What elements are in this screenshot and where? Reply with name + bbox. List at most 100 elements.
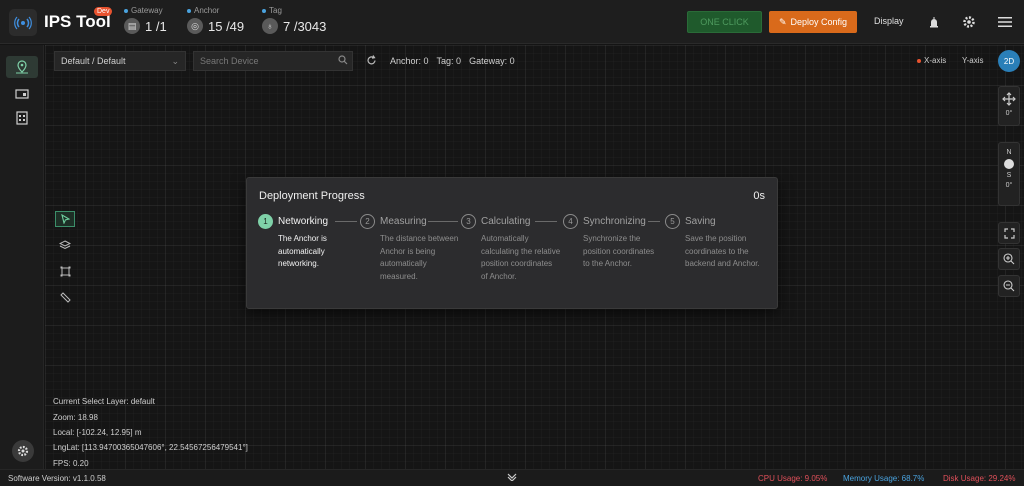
compass-angle: 0° <box>1005 182 1013 189</box>
step-saving: 5 Saving Save the position coordinates t… <box>665 214 760 271</box>
step-connector <box>335 221 357 222</box>
settings-gear-button[interactable] <box>12 440 34 462</box>
status-dot <box>262 8 266 13</box>
step-desc-line: automatically <box>278 246 325 256</box>
device-counts: Anchor: 0 Tag: 0 Gateway: 0 <box>390 56 515 66</box>
one-click-button[interactable]: ONE CLICK <box>687 11 762 33</box>
layer-select[interactable]: Default / Default ⌄ <box>54 51 186 71</box>
sidebar-item-map[interactable] <box>6 56 38 78</box>
chevron-down-icon[interactable] <box>507 473 517 483</box>
step-networking: 1 Networking The Anchor is automatically… <box>258 214 328 271</box>
measure-tool-button[interactable] <box>55 289 75 305</box>
y-axis-toggle[interactable]: Y-axis <box>962 56 984 65</box>
step-desc-line: coordinates to the <box>685 246 749 256</box>
step-desc-line: Automatically <box>481 234 529 243</box>
step-desc-line: The Anchor is <box>278 234 327 243</box>
step-number: 3 <box>461 214 476 229</box>
zoom-in-icon <box>1003 253 1015 265</box>
tag-value: 7 /3043 <box>283 18 327 34</box>
step-number: 2 <box>360 214 375 229</box>
step-desc-line: networking. <box>278 259 319 268</box>
step-title: Measuring <box>380 216 427 227</box>
step-desc-line: calculating the relative <box>481 246 561 256</box>
deploy-config-button[interactable]: ✎ Deploy Config <box>769 11 857 33</box>
layers-icon <box>59 239 71 249</box>
local-info: Local: [-102.24, 12.95] m <box>53 428 142 437</box>
compass-control[interactable]: N S 0° <box>998 142 1020 206</box>
top-header: IPS Tool Dev Gateway ▤ 1 /1 Anchor ◎ 15 … <box>0 0 1024 44</box>
search-icon <box>338 55 348 68</box>
dev-badge: Dev <box>94 7 113 16</box>
step-title: Networking <box>278 216 329 227</box>
gateway-stat: Gateway ▤ 1 /1 <box>124 6 167 34</box>
step-title: Saving <box>685 216 716 227</box>
menu-icon[interactable] <box>996 13 1014 31</box>
gateway-label: Gateway <box>131 6 163 15</box>
step-desc-line: backend and Anchor. <box>685 259 760 268</box>
tag-icon: ♁ <box>262 18 278 34</box>
wrench-icon: ✎ <box>778 16 787 27</box>
anchor-label: Anchor <box>194 6 220 15</box>
gear-icon <box>17 445 29 457</box>
step-description: Save the position coordinates to the bac… <box>685 233 760 271</box>
x-axis-toggle[interactable]: X-axis <box>917 56 946 65</box>
status-dot <box>187 8 191 13</box>
step-number: 5 <box>665 214 680 229</box>
gear-icon[interactable] <box>960 13 978 31</box>
zoom-info: Zoom: 18.98 <box>53 413 98 422</box>
step-desc-line: to the Anchor. <box>583 259 632 268</box>
step-desc-line: Anchor is being <box>380 246 436 256</box>
zoom-out-button[interactable] <box>998 275 1020 297</box>
gateway-value: 1 /1 <box>145 18 167 34</box>
building-icon <box>16 111 28 125</box>
x-axis-dot <box>917 58 921 63</box>
refresh-icon[interactable] <box>366 55 377 69</box>
sidebar-item-devices[interactable] <box>6 83 38 105</box>
step-number: 1 <box>258 214 273 229</box>
pan-control[interactable]: 0° <box>998 86 1020 126</box>
step-description: The distance between Anchor is being aut… <box>380 233 458 283</box>
view-mode-button[interactable]: 2D <box>998 50 1020 72</box>
gateway-count: Gateway: 0 <box>469 56 515 66</box>
step-desc-line: Save the position <box>685 234 747 243</box>
app-logo <box>9 9 37 36</box>
status-footer: Software Version: v1.1.0.58 CPU Usage: 9… <box>0 469 1024 486</box>
zoom-in-button[interactable] <box>998 248 1020 270</box>
compass-icon <box>1004 159 1014 169</box>
move-icon <box>1002 92 1016 106</box>
fps-info: FPS: 0.20 <box>53 459 89 468</box>
step-desc-line: of Anchor. <box>481 271 517 281</box>
tag-stat: Tag ♁ 7 /3043 <box>262 6 326 34</box>
ruler-icon <box>59 291 71 303</box>
device-icon <box>15 89 29 99</box>
step-desc-line: position coordinates <box>583 246 655 256</box>
step-title: Calculating <box>481 216 531 227</box>
anchor-stat: Anchor ◎ 15 /49 <box>187 6 244 34</box>
zoom-out-icon <box>1003 280 1015 292</box>
status-dot <box>124 8 128 13</box>
step-desc-line: The distance between <box>380 234 459 243</box>
display-button[interactable]: Display <box>874 16 904 26</box>
sidebar-item-building[interactable] <box>6 107 38 129</box>
step-title: Synchronizing <box>583 216 646 227</box>
select-tool-button[interactable] <box>55 211 75 227</box>
compass-north: N <box>1006 149 1012 156</box>
search-input[interactable] <box>193 51 353 71</box>
map-pin-icon <box>16 60 28 74</box>
left-sidebar <box>0 45 44 469</box>
fullscreen-button[interactable] <box>998 222 1020 244</box>
layer-select-value: Default / Default <box>61 56 126 66</box>
area-tool-button[interactable] <box>55 263 75 279</box>
step-desc-line: position coordinates <box>481 259 553 268</box>
software-version: Software Version: v1.1.0.58 <box>8 474 106 483</box>
anchor-count: Anchor: 0 <box>390 56 429 66</box>
chevron-down-icon: ⌄ <box>171 55 179 66</box>
cpu-usage: CPU Usage: 9.05% <box>758 474 828 483</box>
step-description: Automatically calculating the relative p… <box>481 233 560 283</box>
tag-count: Tag: 0 <box>436 56 462 66</box>
step-desc-line: measured. <box>380 271 418 281</box>
layers-tool-button[interactable] <box>55 237 75 253</box>
one-click-label: ONE CLICK <box>700 17 749 27</box>
elapsed-time: 0s <box>753 190 765 202</box>
alarm-icon[interactable] <box>925 13 943 31</box>
